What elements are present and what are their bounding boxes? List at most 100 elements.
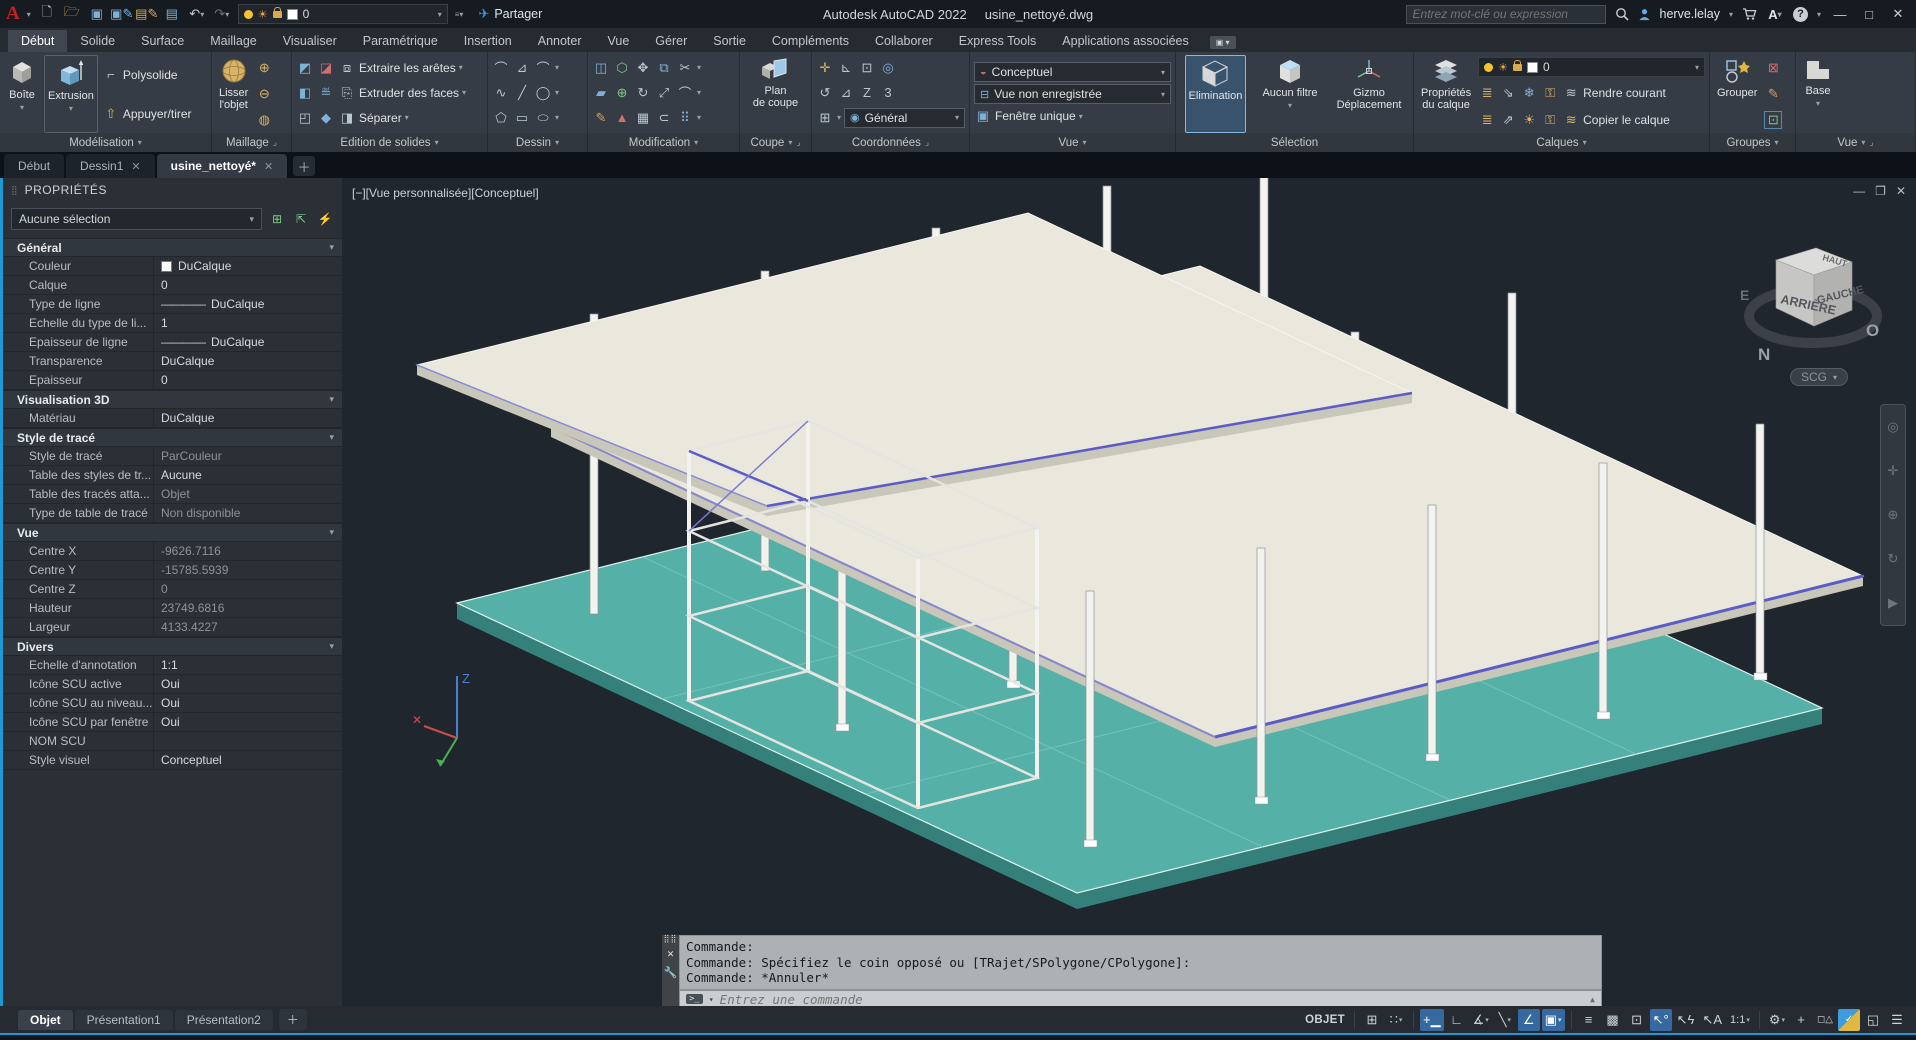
mirror-icon[interactable]: ◫	[592, 59, 610, 77]
filter-button[interactable]: Aucun filtre ▾	[1259, 55, 1320, 133]
property-row-epaisseur[interactable]: Epaisseur 0	[3, 371, 342, 390]
ortho-toggle[interactable]: ∟	[1446, 1009, 1468, 1031]
user-avatar-icon[interactable]	[1638, 8, 1651, 21]
viewport-config-button[interactable]: ▣ Fenêtre unique ▾	[974, 106, 1171, 126]
section-divers[interactable]: Divers▾	[3, 637, 342, 656]
search-icon[interactable]	[1615, 7, 1629, 21]
presspull-button[interactable]: ⇧ Appuyer/tirer	[102, 101, 192, 126]
panel-label-calques[interactable]: Calques▾	[1414, 133, 1709, 152]
new-drawing-tab-button[interactable]: ＋	[293, 156, 315, 176]
toggle-pickadd-icon[interactable]: ⊞	[268, 210, 286, 228]
make-current-button[interactable]: ≣ ⇘ ❄ ⚿ ≋ Rendre courant	[1478, 82, 1705, 104]
section-style-trace[interactable]: Style de tracé▾	[3, 428, 342, 447]
command-history[interactable]: Commande: Commande: Spécifiez le coin op…	[679, 935, 1602, 990]
signed-in-user[interactable]: herve.lelay	[1660, 7, 1720, 21]
polar-toggle[interactable]: ∡▾	[1470, 1009, 1492, 1031]
property-row-icone-scu-niveau[interactable]: Icône SCU au niveau... Oui	[3, 694, 342, 713]
isodraft-toggle[interactable]: ╲▾	[1494, 1009, 1516, 1031]
help-caret-icon[interactable]: ▾	[1817, 10, 1821, 19]
qat-customize-icon[interactable]: ≡▾	[455, 10, 464, 19]
viewport-restore-icon[interactable]: ❐	[1875, 184, 1886, 198]
panel-label-coordonnees[interactable]: Coordonnées⌟	[812, 133, 969, 152]
minimize-button[interactable]: —	[1830, 7, 1850, 22]
save-icon[interactable]: ▣	[88, 6, 106, 22]
viewport-close-icon[interactable]: ✕	[1896, 184, 1906, 198]
drawing-viewport[interactable]: [−][Vue personnalisée][Conceptuel] — ❐ ✕	[342, 178, 1916, 1006]
maximize-button[interactable]: □	[1859, 7, 1879, 22]
crosshair-button[interactable]: +	[1790, 1009, 1812, 1031]
osnap-3d-toggle[interactable]: ↖°	[1650, 1009, 1672, 1031]
print-icon[interactable]: ▤	[163, 6, 181, 22]
property-row-table-styles[interactable]: Table des styles de tr... Aucune	[3, 466, 342, 485]
layout-tab-objet[interactable]: Objet	[18, 1010, 73, 1030]
culling-button[interactable]: Elimination	[1185, 55, 1247, 133]
property-row-style-visuel[interactable]: Style visuel Conceptuel	[3, 751, 342, 770]
ribbon-tab-solide[interactable]: Solide	[67, 30, 128, 52]
view-combo[interactable]: ⊟ Vue non enregistrée▾	[974, 84, 1171, 104]
ribbon-tab-vue[interactable]: Vue	[595, 30, 643, 52]
mesh-crease-icon[interactable]: ◍	[255, 111, 273, 129]
compass-e[interactable]: E	[1740, 287, 1749, 303]
smooth-object-button[interactable]: Lisser l'objet	[216, 55, 251, 133]
property-row-calque[interactable]: Calque 0	[3, 276, 342, 295]
section-general[interactable]: Général▾	[3, 238, 342, 257]
property-row-echelle-type[interactable]: Echelle du type de li... 1	[3, 314, 342, 333]
showmotion-icon[interactable]: ▶	[1888, 595, 1898, 611]
property-row-type-table[interactable]: Type de table de tracé Non disponible	[3, 504, 342, 523]
command-recent-caret-icon[interactable]: ▾	[709, 995, 714, 1004]
command-close-icon[interactable]: ✕	[667, 947, 674, 960]
ribbon-tab-gerer[interactable]: Gérer	[642, 30, 700, 52]
copy-icon[interactable]: ⧉	[655, 59, 673, 77]
selection-combo[interactable]: Aucune sélection ▾	[11, 208, 262, 230]
array-icon[interactable]: ⠿	[676, 109, 694, 127]
clean-screen-button[interactable]: ◱	[1862, 1009, 1884, 1031]
annotation-scale-button[interactable]: 1:1▾	[1727, 1009, 1753, 1031]
graphics-performance-button[interactable]: ✓	[1838, 1009, 1860, 1031]
property-row-style-trace[interactable]: Style de tracé ParCouleur	[3, 447, 342, 466]
base-button[interactable]: Base ▾	[1800, 55, 1836, 133]
ribbon-display-toggle[interactable]: ▣ ▾	[1210, 36, 1236, 49]
property-row-table-traces[interactable]: Table des tracés atta... Objet	[3, 485, 342, 504]
command-gutter[interactable]: ⣿⣿ ✕ 🔧	[662, 935, 679, 1006]
snap-toggle[interactable]: ∷▾	[1385, 1009, 1407, 1031]
palette-grip[interactable]: ⣿	[11, 185, 19, 196]
app-store-cart-icon[interactable]	[1742, 7, 1757, 21]
osnap-toggle[interactable]: ▣▾	[1542, 1009, 1565, 1031]
customization-button[interactable]: ☰	[1886, 1009, 1908, 1031]
model-space-button[interactable]: OBJET	[1302, 1009, 1348, 1031]
separate-button[interactable]: ◰ ◆ ◨ Séparer ▾	[296, 105, 483, 130]
command-input[interactable]	[720, 992, 1585, 1007]
property-row-epaisseur-ligne[interactable]: Epaisseur de ligne ———— DuCalque	[3, 333, 342, 352]
group-select-icon[interactable]: ⊡	[1764, 111, 1782, 129]
qat-layer-dropdown[interactable]: ☀ 0 ▾	[238, 4, 448, 24]
close-tab-icon[interactable]: ✕	[264, 160, 273, 173]
visual-style-combo[interactable]: ◒ Conceptuel▾	[974, 62, 1171, 82]
mesh-refine-icon[interactable]: ⊕	[255, 59, 273, 77]
property-row-centre-y[interactable]: Centre Y -15785.5939	[3, 561, 342, 580]
property-row-icone-scu-active[interactable]: Icône SCU active Oui	[3, 675, 342, 694]
panel-label-selection[interactable]: Sélection	[1176, 133, 1413, 152]
annotation-visibility-toggle[interactable]: ↖A	[1699, 1009, 1725, 1031]
share-button[interactable]: ✈ Partager	[478, 6, 542, 22]
layer-properties-button[interactable]: Propriétés du calque	[1418, 55, 1474, 133]
ucs-world-icon[interactable]: ✛	[816, 59, 834, 77]
quick-select-icon[interactable]: ⚡	[316, 210, 334, 228]
ribbon-tab-maillage[interactable]: Maillage	[197, 30, 270, 52]
explode-icon[interactable]: ▲	[613, 109, 631, 127]
viewport-minimize-icon[interactable]: —	[1853, 184, 1865, 198]
ribbon-tab-debut[interactable]: Début	[8, 30, 67, 52]
ucs-restore-icon[interactable]: ↺	[816, 84, 834, 102]
property-row-icone-scu-fenetre[interactable]: Icône SCU par fenêtre Oui	[3, 713, 342, 732]
command-grip-icon[interactable]: ⣿⣿	[664, 937, 678, 941]
ucs-object-icon[interactable]: ⊡	[858, 59, 876, 77]
ribbon-tab-parametrique[interactable]: Paramétrique	[350, 30, 451, 52]
property-row-centre-z[interactable]: Centre Z 0	[3, 580, 342, 599]
new-file-icon[interactable]: 🗋	[38, 6, 56, 22]
property-row-materiau[interactable]: Matériau DuCalque	[3, 409, 342, 428]
command-scroll-icon[interactable]: ▲	[1590, 995, 1595, 1004]
compass-n[interactable]: N	[1758, 345, 1770, 364]
group-button[interactable]: Grouper	[1714, 55, 1760, 133]
dynamic-ucs-toggle[interactable]: ↖ϟ	[1674, 1009, 1698, 1031]
property-row-echelle-annotation[interactable]: Echelle d'annotation 1:1	[3, 656, 342, 675]
polysolide-button[interactable]: ⌐ Polysolide	[102, 62, 192, 87]
